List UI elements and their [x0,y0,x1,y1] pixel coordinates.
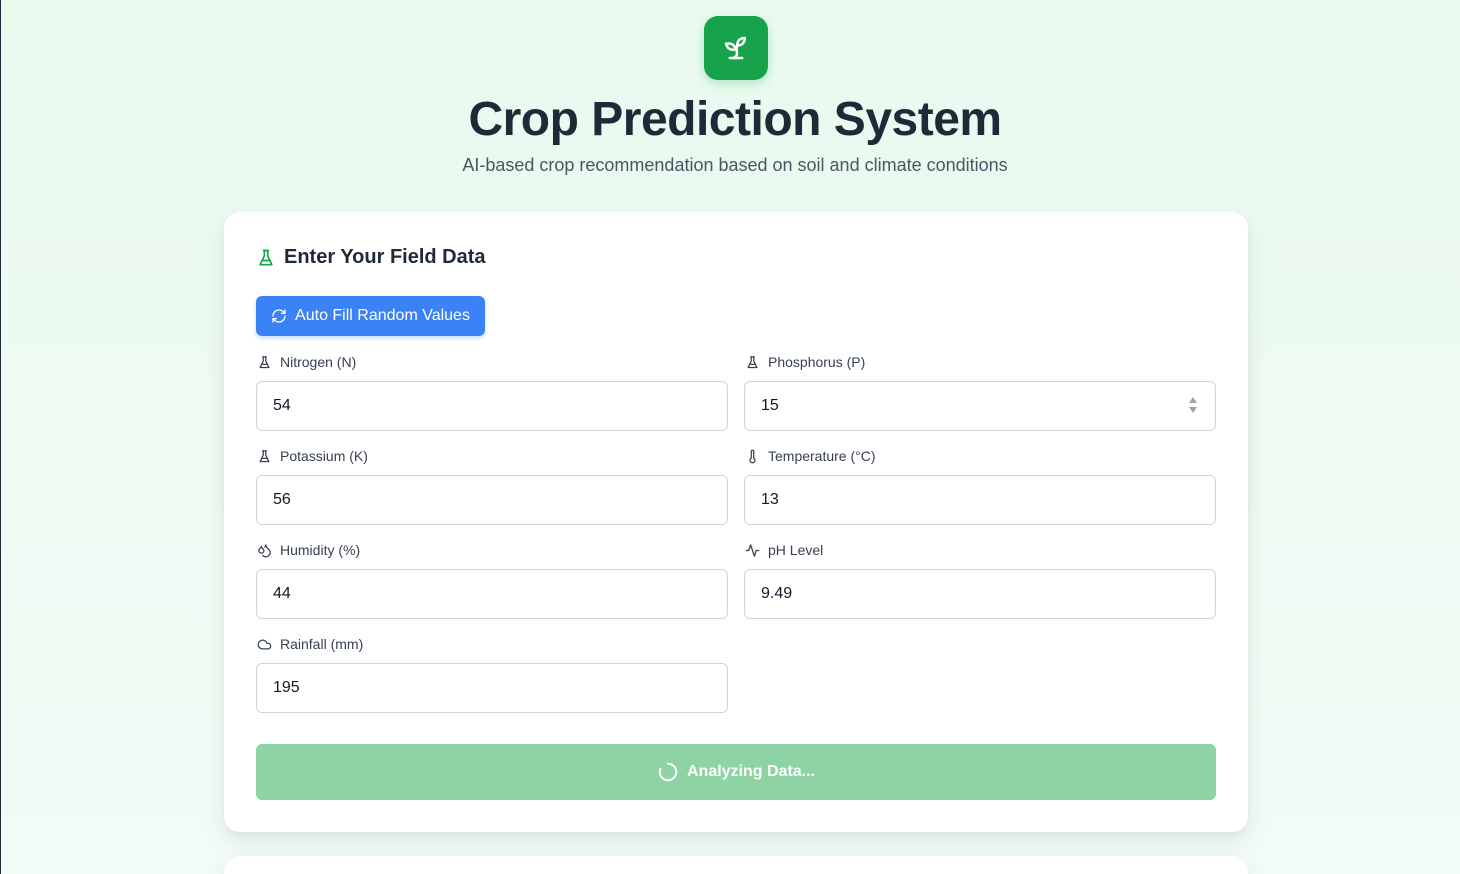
ph-label: pH Level [768,542,824,558]
flask-icon [744,354,760,370]
results-card [224,856,1248,874]
temperature-field: Temperature (°C) 13 [744,446,1216,525]
stepper-up-icon[interactable] [1189,397,1197,403]
flask-icon [259,249,273,265]
nitrogen-label: Nitrogen (N) [280,354,357,370]
flask-icon [256,354,272,370]
stepper-down-icon[interactable] [1189,407,1197,413]
number-stepper[interactable] [1189,397,1197,413]
card-heading: Enter Your Field Data [256,246,486,269]
nitrogen-field: Nitrogen (N) 54 [256,352,728,431]
rainfall-field: Rainfall (mm) 195 [256,634,728,713]
auto-fill-label: Auto Fill Random Values [295,307,470,324]
temperature-value: 13 [761,491,779,508]
humidity-value: 44 [273,585,291,602]
phosphorus-label: Phosphorus (P) [768,354,866,370]
sprout-icon [724,36,746,60]
flask-icon [256,448,272,464]
nitrogen-input[interactable]: 54 [256,381,728,431]
humidity-input[interactable]: 44 [256,569,728,619]
humidity-field: Humidity (%) 44 [256,540,728,619]
droplets-icon [256,542,272,558]
phosphorus-value: 15 [761,397,779,414]
app-logo [704,16,768,80]
analyze-label: Analyzing Data... [686,763,816,780]
cloud-icon [256,636,272,652]
loading-spinner-icon [658,762,678,782]
ph-input[interactable]: 9.49 [744,569,1216,619]
page-subtitle: AI-based crop recommendation based on so… [462,155,1008,175]
potassium-input[interactable]: 56 [256,475,728,525]
phosphorus-field: Phosphorus (P) 15 [744,352,1216,431]
potassium-field: Potassium (K) 56 [256,446,728,525]
phosphorus-input[interactable]: 15 [744,381,1216,431]
thermometer-icon [744,448,760,464]
rainfall-value: 195 [273,679,300,696]
field-data-card: Enter Your Field Data Auto Fill Random V… [224,212,1248,832]
temperature-label: Temperature (°C) [768,448,876,464]
activity-icon [744,542,760,558]
rainfall-input[interactable]: 195 [256,663,728,713]
potassium-label: Potassium (K) [280,448,368,464]
ph-field: pH Level 9.49 [744,540,1216,619]
auto-fill-button[interactable]: Auto Fill Random Values [256,296,485,336]
humidity-label: Humidity (%) [280,542,361,558]
potassium-value: 56 [273,491,291,508]
refresh-icon [272,309,286,323]
nitrogen-value: 54 [273,397,291,414]
card-heading-text: Enter Your Field Data [284,246,486,268]
analyze-button[interactable]: Analyzing Data... [256,744,1216,800]
rainfall-label: Rainfall (mm) [280,636,364,652]
page-title: Crop Prediction System [468,93,1002,146]
ph-value: 9.49 [761,585,793,602]
temperature-input[interactable]: 13 [744,475,1216,525]
